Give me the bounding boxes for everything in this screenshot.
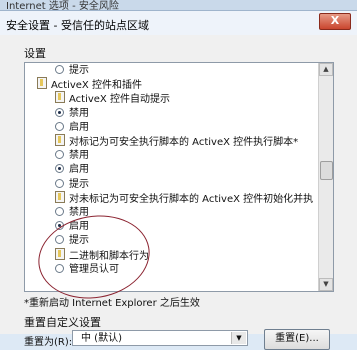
settings-doc-icon <box>55 134 65 146</box>
reset-to-label: 重置为(R): <box>24 337 73 348</box>
scroll-up-button[interactable]: ▲ <box>319 63 333 76</box>
reset-group-label: 重置自定义设置 <box>24 316 101 329</box>
reset-button[interactable]: 重置(E)... <box>264 329 330 350</box>
scroll-thumb[interactable] <box>320 161 333 180</box>
radio-checked-icon[interactable] <box>55 107 64 117</box>
radio-option[interactable]: 禁用 <box>55 148 89 163</box>
setting-group: ActiveX 控件和插件 <box>37 77 142 92</box>
scroll-down-button[interactable]: ▼ <box>319 278 333 291</box>
tree-row-label: 禁用 <box>69 150 89 162</box>
radio-option[interactable]: 禁用 <box>55 106 89 121</box>
restart-note: *重新启动 Internet Explorer 之后生效 <box>24 298 200 309</box>
radio-option[interactable]: 启用 <box>55 120 89 135</box>
dialog-title: 安全设置 - 受信任的站点区域 <box>6 19 149 32</box>
radio-option[interactable]: 启用 <box>55 162 89 177</box>
tree-row-label: 启用 <box>69 164 89 176</box>
settings-doc-icon <box>37 77 47 90</box>
radio-option[interactable]: 提示 <box>55 63 89 78</box>
vertical-scrollbar[interactable]: ▲ ▼ <box>318 63 333 291</box>
radio-checked-icon[interactable] <box>55 164 64 174</box>
settings-doc-icon <box>55 190 65 203</box>
setting-group: 对标记为可安全执行脚本的 ActiveX 控件执行脚本* <box>55 134 298 149</box>
reset-level-dropdown[interactable]: 中 (默认) ▼ <box>72 330 248 346</box>
radio-unchecked-icon[interactable] <box>55 121 64 131</box>
tree-row-label: ActiveX 控件和插件 <box>51 80 142 92</box>
tree-row-label: 禁用 <box>69 107 89 119</box>
tree-row-label: ActiveX 控件自动提示 <box>69 94 170 106</box>
radio-unchecked-icon[interactable] <box>55 65 64 74</box>
settings-doc-icon <box>55 91 65 104</box>
close-button[interactable]: X <box>319 13 351 30</box>
tree-row-label: 提示 <box>69 65 89 76</box>
radio-unchecked-icon[interactable] <box>55 178 64 188</box>
radio-unchecked-icon[interactable] <box>55 207 64 216</box>
setting-group: ActiveX 控件自动提示 <box>55 91 170 106</box>
tree-row-label: 启用 <box>69 121 89 133</box>
tree-row-label: 提示 <box>69 178 89 190</box>
radio-option[interactable]: 提示 <box>55 177 89 192</box>
chevron-down-icon[interactable]: ▼ <box>231 332 246 344</box>
radio-unchecked-icon[interactable] <box>55 150 64 160</box>
setting-group: 对未标记为可安全执行脚本的 ActiveX 控件初始化并执 <box>55 190 314 206</box>
tree-row-label: 对标记为可安全执行脚本的 ActiveX 控件执行脚本* <box>69 137 299 148</box>
settings-label: 设置 <box>24 47 46 60</box>
reset-level-value: 中 (默认) <box>81 333 122 344</box>
tree-row-label: 对未标记为可安全执行脚本的 ActiveX 控件初始化并执 <box>69 193 314 205</box>
security-settings-dialog: 安全设置 - 受信任的站点区域 X 设置 提示 ActiveX 控件和插件 Acti… <box>0 10 357 350</box>
dialog-body: 设置 提示 ActiveX 控件和插件 ActiveX 控件自动提示 禁用 启用 对标记为… <box>0 35 357 350</box>
